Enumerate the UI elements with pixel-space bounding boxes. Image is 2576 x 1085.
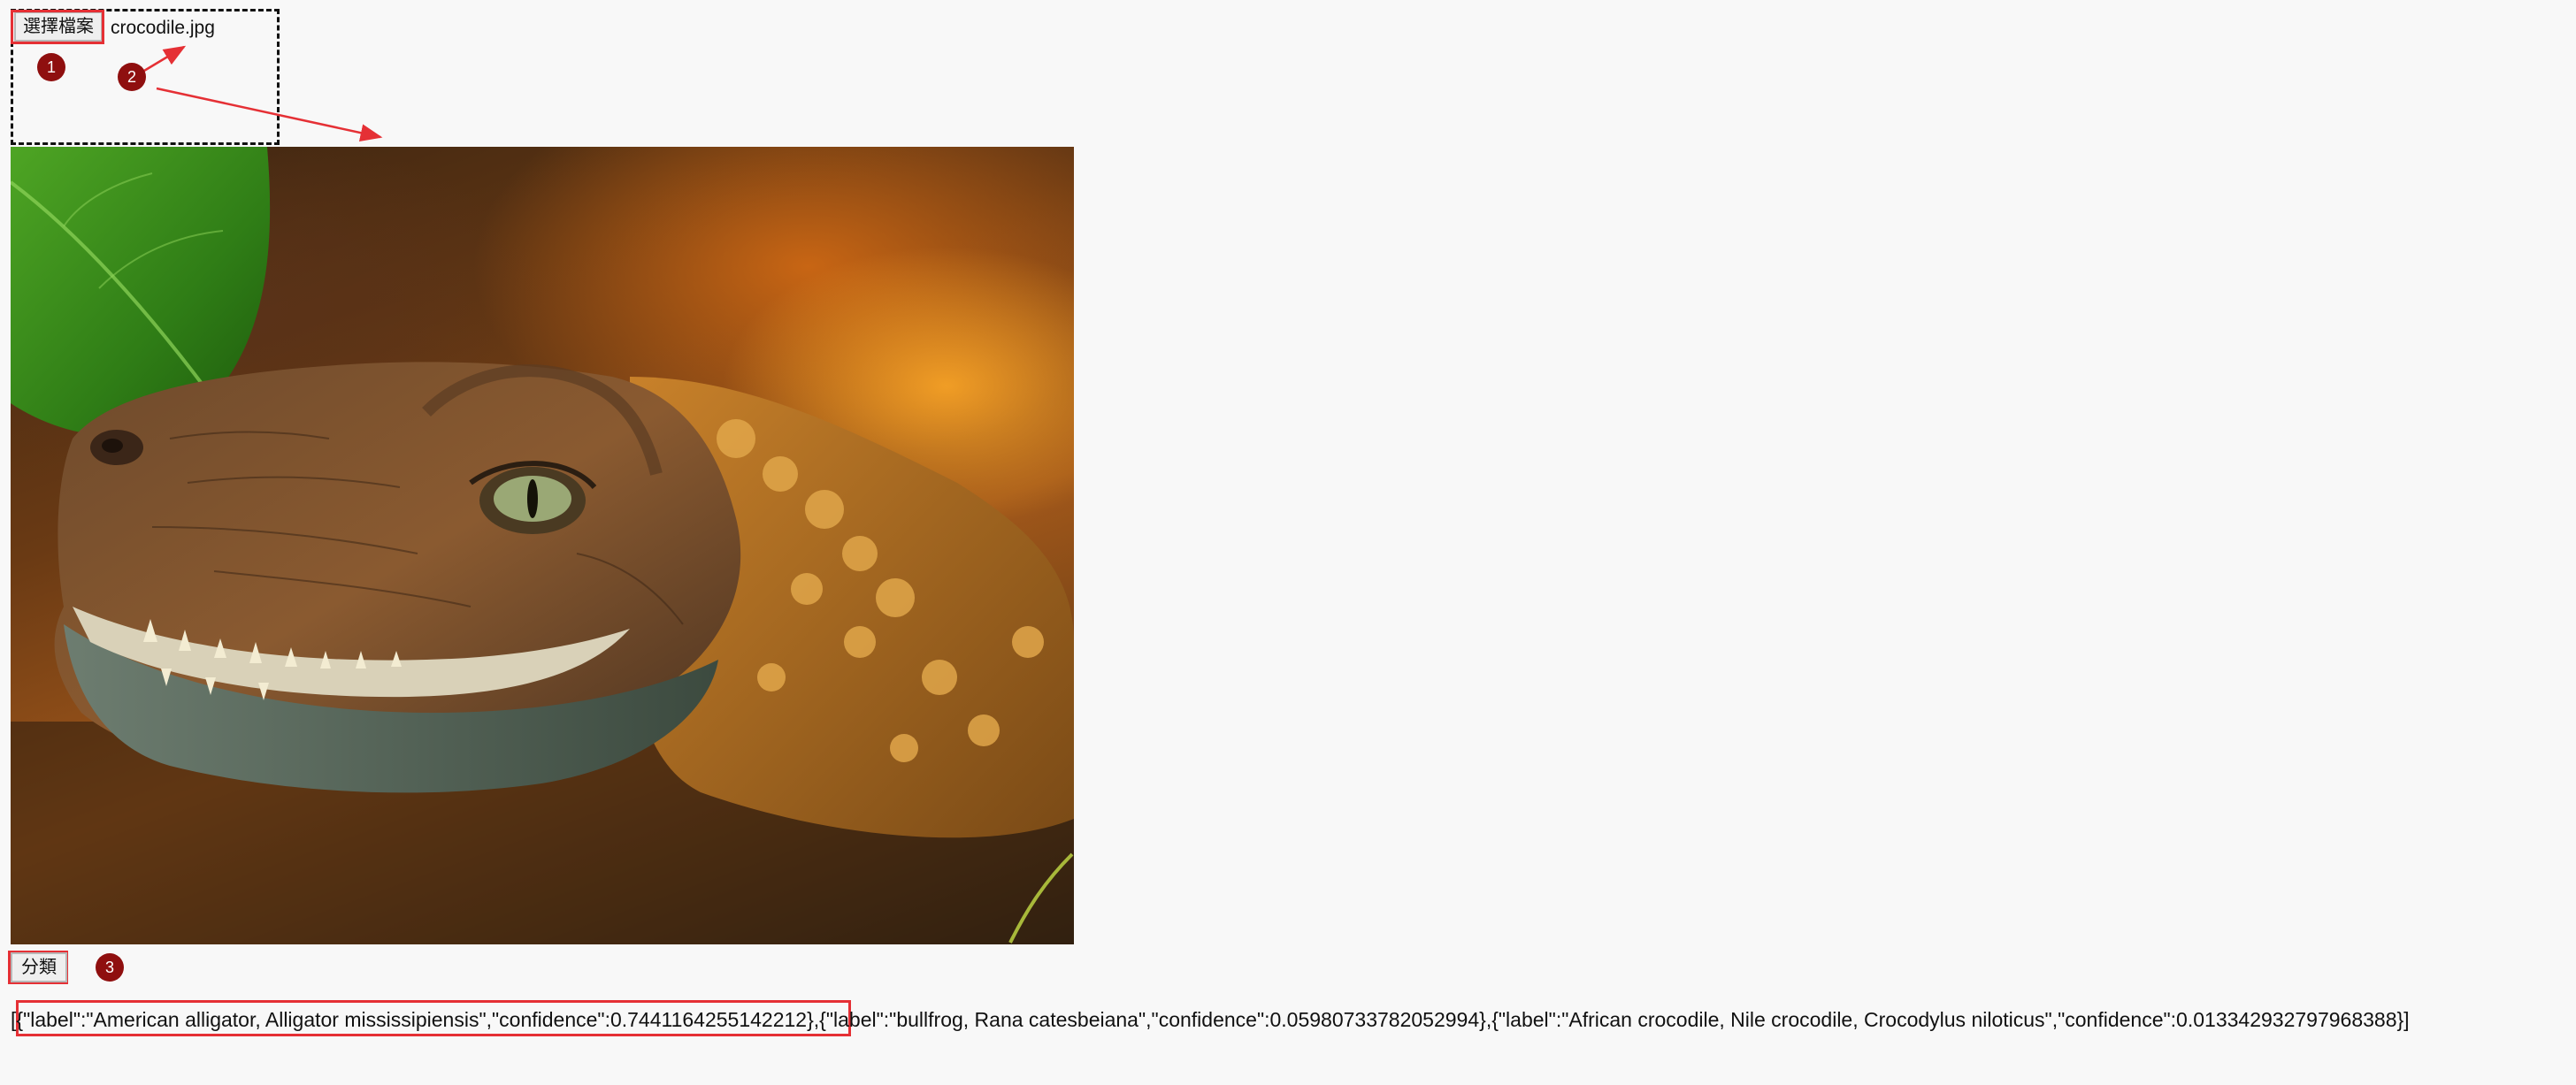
annotation-marker-3: 3: [96, 953, 124, 982]
classify-button[interactable]: 分類: [11, 952, 67, 982]
page: 選擇檔案 crocodile.jpg 1 2 3 分類 [{"label":"A…: [0, 0, 2576, 1085]
selected-file-name: crocodile.jpg: [111, 18, 215, 38]
result-other-predictions: ,{"label":"bullfrog, Rana catesbeiana","…: [813, 1008, 2410, 1031]
annotation-marker-1: 1: [37, 53, 65, 81]
classification-result: [{"label":"American alligator, Alligator…: [11, 1008, 2410, 1032]
crocodile-photo-drawing: [11, 147, 1074, 944]
crocodile-photo: [11, 147, 1074, 944]
result-top-prediction: {"label":"American alligator, Alligator …: [16, 1008, 814, 1031]
annotation-marker-2: 2: [118, 63, 146, 91]
choose-file-button[interactable]: 選擇檔案: [14, 11, 103, 42]
